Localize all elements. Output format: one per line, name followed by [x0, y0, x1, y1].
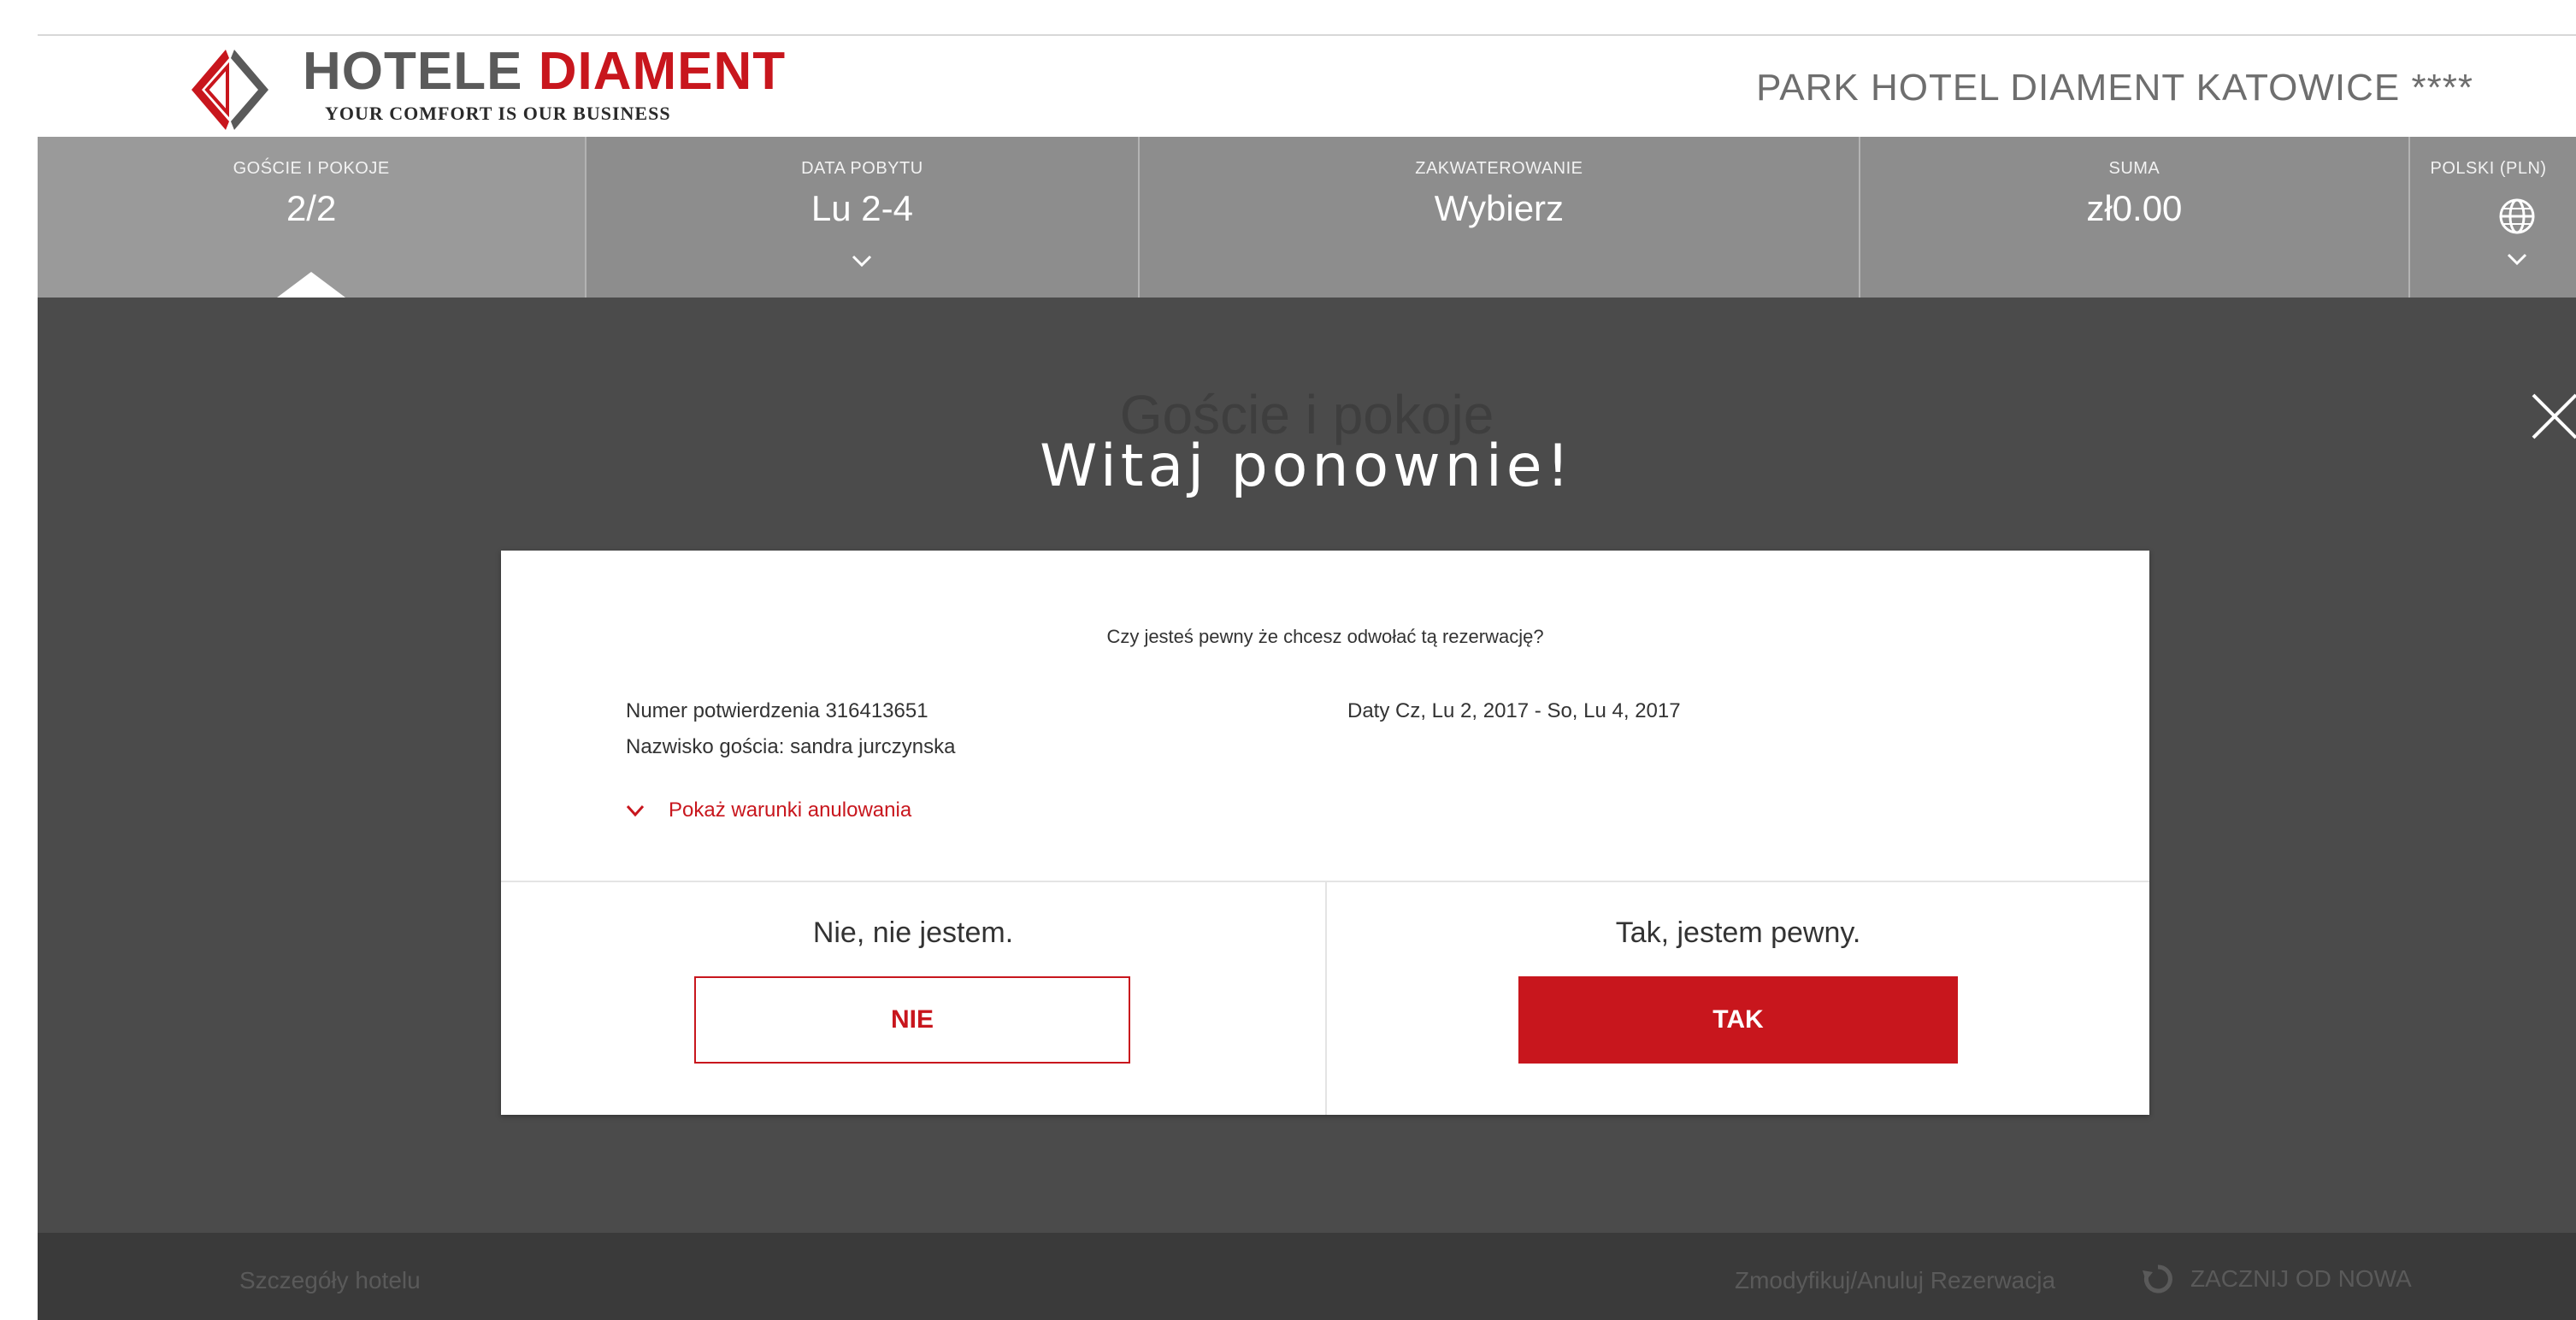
- nav-dates-label: DATA POBYTU: [801, 159, 923, 178]
- nav-accommodation-label: ZAKWATEROWANIE: [1415, 159, 1583, 178]
- chevron-down-icon: [2507, 253, 2526, 265]
- no-button[interactable]: NIE: [694, 976, 1130, 1064]
- chevron-down-icon: [626, 804, 645, 817]
- brand-tagline: YOUR COMFORT IS OUR BUSINESS: [325, 103, 671, 124]
- cancel-reservation-dialog: Czy jesteś pewny że chcesz odwołać tą re…: [501, 551, 2149, 1115]
- no-prompt: Nie, nie jestem.: [812, 916, 1014, 949]
- hotel-name: PARK HOTEL DIAMENT KATOWICE ****: [1756, 67, 2473, 109]
- brand-word-1: HOTELE: [303, 42, 523, 101]
- nav-accommodation[interactable]: ZAKWATEROWANIE Wybierz: [1140, 137, 1861, 298]
- modify-cancel-link[interactable]: Zmodyfikuj/Anuluj Rezerwacja: [1735, 1267, 2055, 1294]
- nav-guests-rooms[interactable]: GOŚCIE I POKOJE 2/2: [38, 137, 587, 298]
- site-header: HOTELE DIAMENT YOUR COMFORT IS OUR BUSIN…: [38, 36, 2576, 137]
- active-caret-icon: [277, 272, 346, 298]
- guest-name: Nazwisko gościa: sandra jurczynska: [626, 735, 956, 758]
- close-icon[interactable]: [2525, 386, 2576, 446]
- nav-stay-dates[interactable]: DATA POBYTU Lu 2-4: [587, 137, 1140, 298]
- nav-total[interactable]: SUMA zł0.00: [1860, 137, 2410, 298]
- nav-accommodation-value: Wybierz: [1434, 188, 1565, 228]
- confirmation-number: Numer potwierdzenia 316413651: [626, 699, 928, 722]
- nav-total-value: zł0.00: [2086, 188, 2183, 228]
- globe-icon: [2499, 198, 2535, 234]
- stay-dates: Daty Cz, Lu 2, 2017 - So, Lu 4, 2017: [1347, 699, 1681, 722]
- chevron-down-icon: [852, 255, 872, 267]
- restart-label: ZACZNIJ OD NOWA: [2190, 1265, 2412, 1292]
- yes-button[interactable]: TAK: [1518, 976, 1958, 1064]
- show-cancellation-terms-link[interactable]: Pokaż warunki anulowania: [626, 798, 911, 822]
- diamond-logo-icon: [192, 50, 268, 130]
- nav-guests-value: 2/2: [286, 188, 337, 228]
- nav-language[interactable]: POLSKI (PLN): [2410, 137, 2576, 298]
- site-footer: Szczegóły hotelu Zmodyfikuj/Anuluj Rezer…: [38, 1233, 2576, 1320]
- welcome-heading: Witaj ponownie!: [1040, 433, 1574, 500]
- nav-total-label: SUMA: [2108, 159, 2160, 178]
- brand-logo[interactable]: HOTELE DIAMENT: [303, 41, 786, 102]
- nav-dates-value: Lu 2-4: [811, 188, 913, 228]
- booking-nav: GOŚCIE I POKOJE 2/2 DATA POBYTU Lu 2-4 Z…: [38, 137, 2576, 298]
- restart-icon: [2143, 1264, 2172, 1293]
- nav-guests-label: GOŚCIE I POKOJE: [233, 159, 390, 178]
- restart-link[interactable]: ZACZNIJ OD NOWA: [2141, 1262, 2412, 1296]
- hotel-details-link[interactable]: Szczegóły hotelu: [239, 1267, 421, 1294]
- dialog-question: Czy jesteś pewny że chcesz odwołać tą re…: [1106, 626, 1544, 647]
- yes-prompt: Tak, jestem pewny.: [1615, 916, 1861, 949]
- brand-word-2: DIAMENT: [538, 42, 787, 101]
- terms-link-label: Pokaż warunki anulowania: [669, 798, 912, 822]
- nav-language-label: POLSKI (PLN): [2430, 159, 2547, 178]
